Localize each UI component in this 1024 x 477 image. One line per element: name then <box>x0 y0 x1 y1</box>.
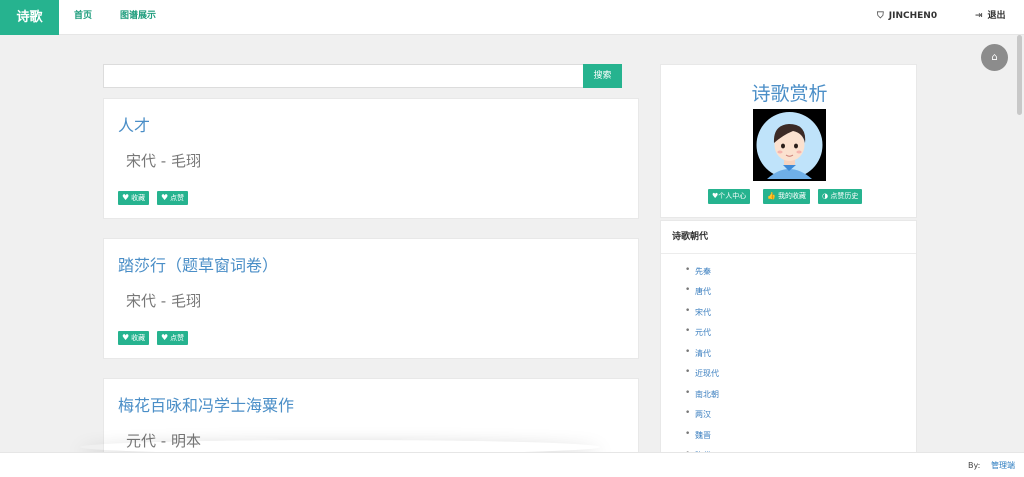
like-history-button[interactable]: ◑ 点赞历史 <box>818 189 863 204</box>
shield-icon: ⛉ <box>877 11 884 21</box>
footer-by-label: By: <box>968 461 981 470</box>
favorite-label: 收藏 <box>131 334 146 342</box>
heart-icon: ♥ <box>161 193 169 202</box>
nav-graph-link[interactable]: 图谱展示 <box>120 0 156 33</box>
heart-icon: ♥ <box>122 333 130 342</box>
username: JINCHEN0 <box>888 11 938 21</box>
poem-title[interactable]: 踏莎行（题草窗词卷） <box>118 252 278 276</box>
profile-panel: 诗歌赏析 ♥个人中心 👍 我的收藏 ◑ 点赞历史 <box>660 64 917 218</box>
logout-button[interactable]: ⇥ 退出 <box>975 0 1006 33</box>
sign-out-icon: ⇥ <box>975 11 983 21</box>
personal-center-button[interactable]: ♥个人中心 <box>708 189 751 204</box>
dynasty-link[interactable]: 两汉 <box>685 408 711 420</box>
dynasty-heading: 诗歌朝代 <box>661 221 916 254</box>
my-favorites-button[interactable]: 👍 我的收藏 <box>763 189 810 204</box>
home-icon: ⌂ <box>991 52 998 63</box>
dynasty-link[interactable]: 南北朝 <box>685 388 719 400</box>
user-menu[interactable]: ⛉ JINCHEN0 <box>877 0 937 33</box>
contrast-icon: ◑ <box>822 192 829 200</box>
like-button[interactable]: ♥ 点赞 <box>157 191 189 205</box>
poem-meta: 宋代 - 毛珝 <box>126 292 201 310</box>
scrollbar-thumb[interactable] <box>1017 35 1022 115</box>
search-button[interactable]: 搜索 <box>583 64 622 88</box>
my-favorites-label: 我的收藏 <box>777 192 806 200</box>
logout-label: 退出 <box>987 11 1006 21</box>
nav-home-link[interactable]: 首页 <box>74 0 92 33</box>
brand-logo[interactable]: 诗歌 <box>0 0 59 35</box>
poem-card: 踏莎行（题草窗词卷） 宋代 - 毛珝 ♥ 收藏 ♥ 点赞 <box>103 238 639 359</box>
sidebar-title: 诗歌赏析 <box>751 83 828 105</box>
like-history-label: 点赞历史 <box>830 192 859 200</box>
dynasty-link[interactable]: 宋代 <box>685 306 711 318</box>
like-label: 点赞 <box>170 194 185 202</box>
poem-card: 人才 宋代 - 毛珝 ♥ 收藏 ♥ 点赞 <box>103 98 639 219</box>
poem-meta: 宋代 - 毛珝 <box>126 152 201 170</box>
poem-title[interactable]: 人才 <box>118 112 150 136</box>
heart-icon: ♥ <box>122 193 130 202</box>
like-button[interactable]: ♥ 点赞 <box>157 331 189 345</box>
heart-icon: ♥ <box>161 333 169 342</box>
dynasty-panel: 诗歌朝代 先秦 唐代 宋代 元代 清代 近现代 南北朝 两汉 魏晋 隋代 <box>660 220 917 460</box>
thumbs-up-icon: 👍 <box>767 192 776 200</box>
search-bar: 搜索 <box>103 64 622 88</box>
search-input[interactable] <box>103 64 584 88</box>
top-navbar: 诗歌 首页 图谱展示 ⛉ JINCHEN0 ⇥ 退出 <box>0 0 1024 35</box>
home-button[interactable]: ⌂ <box>981 44 1008 71</box>
footer: By: 管理端 <box>0 452 1024 477</box>
dynasty-link[interactable]: 近现代 <box>685 367 719 379</box>
dynasty-link[interactable]: 先秦 <box>685 265 711 277</box>
like-label: 点赞 <box>170 334 185 342</box>
favorite-button[interactable]: ♥ 收藏 <box>118 331 150 345</box>
favorite-button[interactable]: ♥ 收藏 <box>118 191 150 205</box>
poem-title[interactable]: 梅花百咏和冯学士海粟作 <box>118 392 294 416</box>
favorite-label: 收藏 <box>131 194 146 202</box>
dynasty-link[interactable]: 魏晋 <box>685 429 711 441</box>
dynasty-link[interactable]: 元代 <box>685 326 711 338</box>
avatar-icon <box>753 109 826 181</box>
dynasty-link[interactable]: 清代 <box>685 347 711 359</box>
dynasty-link[interactable]: 唐代 <box>685 285 711 297</box>
admin-link[interactable]: 管理端 <box>991 453 1015 477</box>
personal-center-label: 个人中心 <box>718 192 747 200</box>
